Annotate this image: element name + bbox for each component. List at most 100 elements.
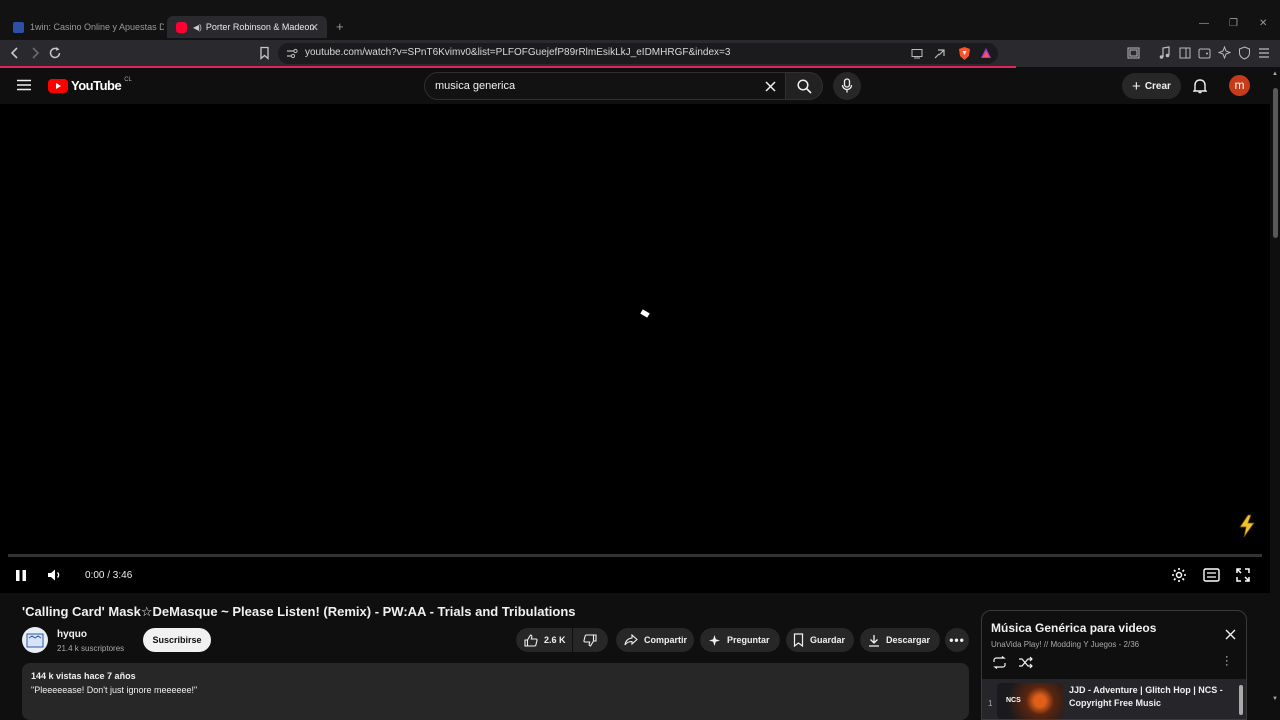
volume-icon[interactable]	[47, 568, 63, 582]
address-bar: youtube.com/watch?v=SPnT6Kvimv0&list=PLF…	[0, 40, 1280, 67]
loop-icon[interactable]	[992, 656, 1007, 669]
fullscreen-icon[interactable]	[1236, 568, 1250, 582]
channel-avatar[interactable]	[22, 627, 48, 653]
tab-label: Porter Robinson & Madeon	[205, 22, 315, 32]
playlist-subtitle[interactable]: UnaVida Play! // Modding Y Juegos - 2/36	[991, 640, 1139, 649]
reload-icon[interactable]	[48, 46, 62, 60]
new-tab-icon[interactable]: +	[336, 19, 344, 34]
like-count: 2.6 K	[544, 635, 566, 645]
video-player[interactable]: 0:00 / 3:46	[0, 104, 1270, 593]
close-window-icon[interactable]: ✕	[1259, 18, 1267, 29]
vpn-shield-icon[interactable]	[1238, 46, 1251, 60]
description-text: "Pleeeeease! Don't just ignore meeeeee!"	[31, 685, 198, 695]
site-favicon-icon	[13, 21, 24, 33]
channel-name[interactable]: hyquo	[57, 629, 87, 640]
brave-rewards-icon[interactable]	[980, 47, 992, 59]
minimize-icon[interactable]: —	[1199, 18, 1209, 29]
description-box[interactable]: 144 k vistas hace 7 años "Pleeeeease! Do…	[22, 663, 969, 720]
create-label: Crear	[1144, 80, 1171, 92]
search-button[interactable]	[785, 72, 823, 100]
notifications-bell-icon[interactable]	[1193, 78, 1207, 94]
youtube-logo[interactable]: YouTube CL	[48, 77, 132, 93]
scrollbar-thumb[interactable]	[1273, 88, 1278, 238]
microphone-icon	[841, 78, 853, 93]
subscribe-button[interactable]: Suscribirse	[143, 628, 211, 652]
account-avatar[interactable]: m	[1229, 75, 1250, 96]
lightning-bolt-icon[interactable]	[1237, 514, 1257, 538]
download-label: Descargar	[886, 635, 931, 645]
more-horizontal-icon: •••	[949, 633, 965, 647]
speaker-icon: ◀)	[193, 22, 202, 32]
plus-icon: +	[1132, 77, 1141, 95]
thumbs-down-icon	[583, 633, 597, 647]
voice-search-button[interactable]	[833, 72, 861, 100]
create-button[interactable]: + Crear	[1122, 73, 1181, 99]
forward-icon[interactable]	[29, 46, 41, 60]
views-and-date: 144 k vistas hace 7 años	[31, 671, 136, 681]
cast-icon[interactable]	[911, 48, 923, 59]
thumbnail-label: NCS	[1006, 697, 1021, 704]
ask-button[interactable]: Preguntar	[700, 628, 780, 652]
playlist-item[interactable]: 1 NCS JJD - Adventure | Glitch Hop | NCS…	[982, 679, 1246, 719]
tab-youtube[interactable]: ◀) Porter Robinson & Madeon ✕	[167, 16, 327, 38]
bookmark-icon[interactable]	[259, 46, 270, 60]
sparkle-icon	[709, 634, 720, 646]
video-title: 'Calling Card' Mask☆DeMasque ~ Please Li…	[22, 604, 576, 619]
share-button[interactable]: Compartir	[616, 628, 694, 652]
page-scrollbar[interactable]: ▲ ▼	[1270, 68, 1280, 720]
media-controls-icon[interactable]	[1158, 46, 1171, 60]
ask-label: Preguntar	[727, 635, 770, 645]
leo-ai-icon[interactable]	[1218, 46, 1231, 59]
search-input[interactable]: musica generica	[435, 80, 515, 92]
download-icon	[869, 634, 879, 647]
search-box[interactable]: musica generica	[424, 72, 786, 100]
youtube-header: YouTube CL musica generica + Crear m	[0, 68, 1280, 104]
more-vertical-icon[interactable]: · · ·	[1225, 652, 1229, 671]
tab-bar: 1win: Casino Online y Apuestas Depc ◀) P…	[0, 14, 1280, 40]
dislike-button[interactable]	[573, 628, 608, 652]
url-text: youtube.com/watch?v=SPnT6Kvimv0&list=PLF…	[305, 47, 731, 58]
save-button[interactable]: Guardar	[786, 628, 854, 652]
download-button[interactable]: Descargar	[860, 628, 940, 652]
sidebar-toggle-icon[interactable]	[1127, 47, 1140, 59]
menu-icon[interactable]	[1258, 47, 1270, 59]
tab-label: 1win: Casino Online y Apuestas Depc	[30, 22, 164, 32]
playlist-item-index: 1	[988, 699, 993, 708]
site-settings-icon[interactable]	[286, 48, 298, 59]
thumbs-up-icon	[524, 633, 538, 647]
brave-shields-icon[interactable]	[958, 46, 971, 61]
url-field[interactable]: youtube.com/watch?v=SPnT6Kvimv0&list=PLF…	[278, 43, 998, 64]
playlist-title[interactable]: Música Genérica para videos	[991, 621, 1156, 635]
youtube-logo-text: YouTube	[71, 78, 122, 93]
close-tab-icon[interactable]: ✕	[310, 21, 319, 34]
playlist-item-thumbnail: NCS	[997, 683, 1063, 719]
playlist-panel: Música Genérica para videos UnaVida Play…	[981, 610, 1247, 720]
scroll-up-icon[interactable]: ▲	[1272, 71, 1278, 77]
shuffle-icon[interactable]	[1018, 656, 1033, 669]
playlist-item-title: JJD - Adventure | Glitch Hop | NCS - Cop…	[1069, 685, 1223, 708]
like-button[interactable]: 2.6 K	[516, 628, 572, 652]
share-arrow-icon	[624, 634, 638, 646]
share-page-icon[interactable]	[934, 48, 946, 59]
restore-icon[interactable]: ❐	[1229, 18, 1238, 29]
time-display: 0:00 / 3:46	[85, 570, 133, 581]
search-icon	[797, 79, 812, 94]
scroll-down-icon[interactable]: ▼	[1272, 696, 1278, 702]
playlist-scrollbar[interactable]	[1239, 685, 1243, 715]
theater-mode-icon[interactable]	[1203, 568, 1220, 582]
settings-gear-icon[interactable]	[1171, 567, 1187, 583]
save-bookmark-icon	[793, 633, 804, 647]
loading-spinner-icon	[640, 309, 650, 318]
wallet-icon[interactable]	[1198, 47, 1211, 59]
more-actions-button[interactable]: •••	[945, 628, 969, 652]
progress-bar[interactable]	[8, 554, 1262, 557]
pause-icon[interactable]	[15, 569, 27, 582]
sidebar-icon[interactable]	[1179, 47, 1191, 59]
youtube-favicon-icon	[176, 21, 187, 33]
back-icon[interactable]	[9, 46, 21, 60]
clear-search-icon[interactable]	[765, 81, 776, 92]
channel-logo-icon	[26, 633, 44, 648]
tab-1win[interactable]: 1win: Casino Online y Apuestas Depc	[4, 16, 164, 38]
close-playlist-icon[interactable]	[1225, 629, 1236, 640]
hamburger-menu-icon[interactable]	[17, 79, 31, 91]
